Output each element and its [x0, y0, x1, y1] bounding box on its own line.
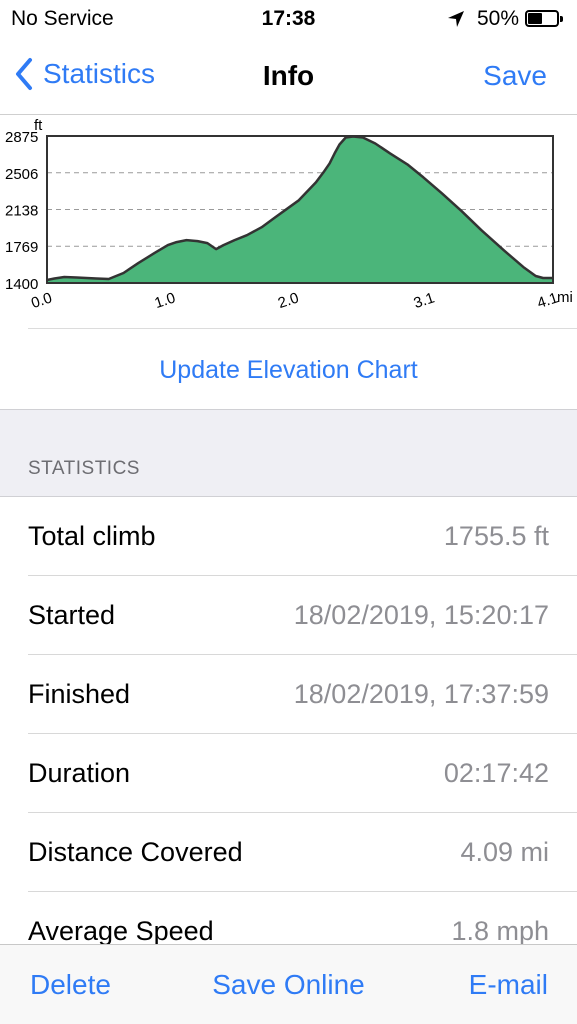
battery-icon — [525, 9, 565, 29]
stat-value: 1755.5 ft — [443, 521, 549, 551]
update-chart-row[interactable]: Update Elevation Chart — [0, 329, 577, 409]
elevation-chart: 2875 2506 2138 1769 1400 ft 0.0 1.0 2.0 3.1 4.1 mi — [0, 115, 577, 330]
stat-value: 1.8 mph — [451, 916, 549, 946]
elevation-chart-svg: 28752506213817691400ft0.0 1.0 2.0 3.1 4.1mi — [5, 117, 573, 312]
y-tick-label: 1769 — [5, 239, 38, 256]
x-tick-label: 3.1 — [412, 289, 437, 312]
stat-label: Average Speed — [28, 916, 214, 946]
battery-percent-label: 50% — [476, 7, 519, 30]
stat-row-started: Started 18/02/2019, 15:20:17 — [0, 576, 577, 655]
stat-row-finished: Finished 18/02/2019, 17:37:59 — [0, 655, 577, 734]
y-tick-label: 2138 — [5, 202, 38, 219]
status-bar: No Service 17:38 50% — [0, 0, 577, 40]
location-arrow-icon — [447, 11, 464, 27]
y-tick-label: 1400 — [5, 276, 38, 293]
stat-row-distance-covered: Distance Covered 4.09 mi — [0, 813, 577, 892]
x-tick-label: 1.0 — [152, 289, 177, 312]
bottom-toolbar: Delete Save Online E-mail — [0, 944, 577, 1024]
stat-row-duration: Duration 02:17:42 — [0, 734, 577, 813]
statistics-header-label: STATISTICS — [28, 458, 140, 479]
stat-value: 4.09 mi — [460, 837, 549, 867]
stat-label: Duration — [28, 758, 131, 788]
update-elevation-chart-button[interactable]: Update Elevation Chart — [159, 356, 417, 385]
stat-row-total-climb: Total climb 1755.5 ft — [0, 497, 577, 576]
stat-label: Total climb — [28, 521, 156, 551]
stat-label: Started — [28, 600, 116, 630]
statistics-list: Total climb 1755.5 ft Started 18/02/2019… — [0, 497, 577, 971]
email-button[interactable]: E-mail — [469, 969, 548, 1001]
status-indicators: 50% — [447, 7, 565, 31]
stat-value: 02:17:42 — [443, 758, 549, 788]
navigation-bar: Statistics Info Save — [0, 40, 577, 114]
stat-label: Distance Covered — [28, 837, 243, 867]
stat-label: Finished — [28, 679, 131, 709]
x-tick-label: 2.0 — [276, 289, 301, 312]
statistics-section-header: STATISTICS — [0, 409, 577, 497]
stat-value: 18/02/2019, 17:37:59 — [293, 679, 549, 709]
save-button[interactable]: Save — [483, 60, 547, 92]
y-axis-unit-label: ft — [34, 117, 43, 134]
x-axis-unit-label: mi — [557, 289, 573, 306]
y-tick-label: 2506 — [5, 166, 38, 183]
stat-value: 18/02/2019, 15:20:17 — [293, 600, 549, 630]
